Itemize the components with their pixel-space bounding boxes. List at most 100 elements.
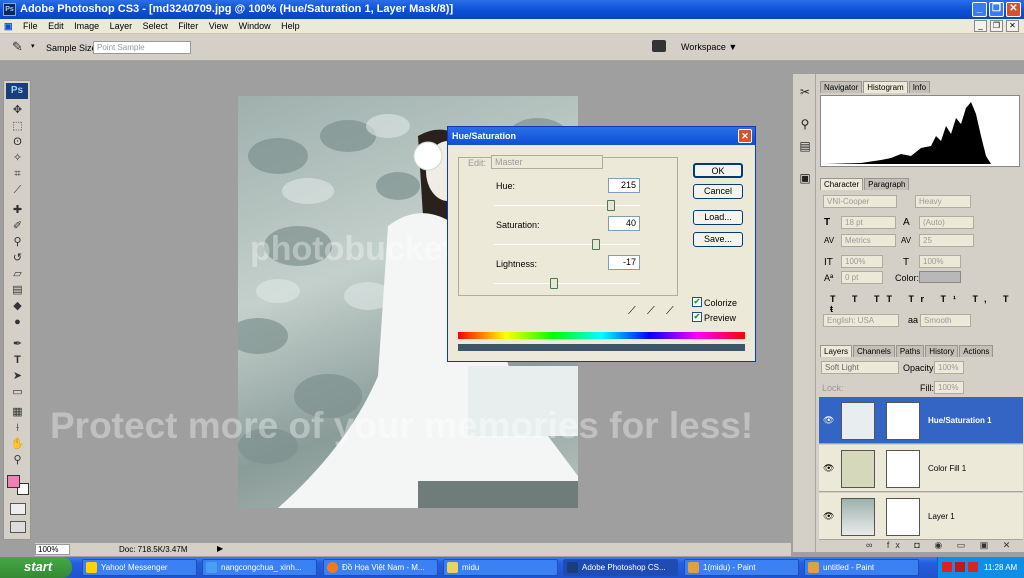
menu-view[interactable]: View xyxy=(205,19,232,33)
blend-mode-select[interactable]: Soft Light xyxy=(821,361,899,374)
foreground-color-swatch[interactable] xyxy=(7,475,20,488)
layer-actions-bar[interactable]: ∞ fx ◘ ◉ ▭ ▣ ✕ xyxy=(866,540,1016,551)
shape-icon[interactable]: ▭ xyxy=(9,385,26,400)
clone-source-icon[interactable]: ▣ xyxy=(797,170,813,186)
menu-help[interactable]: Help xyxy=(277,19,304,33)
tab-paths[interactable]: Paths xyxy=(895,345,925,357)
visibility-eye-icon[interactable]: 👁 xyxy=(823,463,834,474)
horizontal-scale-field[interactable]: 100% xyxy=(919,255,961,268)
slice-icon[interactable]: ⟋ xyxy=(9,183,26,198)
minimize-button[interactable]: _ xyxy=(972,2,987,17)
tab-paragraph[interactable]: Paragraph xyxy=(864,178,910,190)
lightness-slider-track[interactable] xyxy=(494,283,640,284)
font-size-field[interactable]: 18 pt xyxy=(841,216,896,229)
eyedropper-icon[interactable]: ⟋ xyxy=(628,305,636,318)
lightness-input[interactable]: -17 xyxy=(608,255,640,270)
save-button[interactable]: Save... xyxy=(693,232,743,247)
doc-restore-button[interactable]: ❐ xyxy=(990,20,1003,32)
font-style-select[interactable]: Heavy xyxy=(915,195,971,208)
tab-actions[interactable]: Actions xyxy=(959,345,994,357)
start-button[interactable]: start xyxy=(0,557,72,578)
tab-layers[interactable]: Layers xyxy=(820,345,853,357)
layer-row-color-fill[interactable]: 👁 Color Fill 1 xyxy=(819,445,1023,492)
healing-brush-icon[interactable]: ✚ xyxy=(9,203,26,218)
tab-navigator[interactable]: Navigator xyxy=(820,81,863,93)
eyedropper-icon[interactable]: ⟊ xyxy=(9,421,26,436)
notes-icon[interactable]: ▦ xyxy=(9,405,26,420)
lasso-icon[interactable]: ʘ xyxy=(9,135,26,150)
menu-edit[interactable]: Edit xyxy=(44,19,68,33)
taskbar-item-ie[interactable]: nangcongchua_ xinh... xyxy=(202,559,317,576)
eyedropper-tool-icon[interactable]: ✎ xyxy=(12,39,23,55)
pen-icon[interactable]: ✒ xyxy=(9,337,26,352)
tab-history[interactable]: History xyxy=(925,345,959,357)
tray-unikey-icon[interactable] xyxy=(955,562,965,572)
history-brush-icon[interactable]: ↺ xyxy=(9,251,26,266)
menu-file[interactable]: File xyxy=(19,19,42,33)
text-color-swatch[interactable] xyxy=(919,271,961,283)
zoom-icon[interactable]: ⚲ xyxy=(9,453,26,468)
menu-image[interactable]: Image xyxy=(70,19,103,33)
preview-checkbox[interactable]: ✔ xyxy=(692,312,702,322)
saturation-input[interactable]: 40 xyxy=(608,216,640,231)
edit-select[interactable]: Master xyxy=(491,155,603,169)
tool-presets-icon[interactable]: ⚲ xyxy=(797,116,813,132)
tray-antivirus-icon[interactable] xyxy=(968,562,978,572)
eyedropper-plus-icon[interactable]: ⟋ xyxy=(647,305,655,318)
close-button[interactable]: ✕ xyxy=(1006,2,1021,17)
status-menu-arrow-icon[interactable]: ▶ xyxy=(217,544,223,553)
hand-icon[interactable]: ✋ xyxy=(9,437,26,452)
menu-select[interactable]: Select xyxy=(139,19,172,33)
dodge-icon[interactable]: ● xyxy=(9,315,26,330)
kerning-field[interactable]: Metrics xyxy=(841,234,896,247)
tool-preset-chevron-icon[interactable]: ▾ xyxy=(31,42,35,50)
layer-comps-icon[interactable]: ▤ xyxy=(797,138,813,154)
taskbar-item-paint-2[interactable]: untitled - Paint xyxy=(804,559,919,576)
brush-icon[interactable]: ✐ xyxy=(9,219,26,234)
colorize-checkbox[interactable]: ✔ xyxy=(692,297,702,307)
taskbar-item-photoshop[interactable]: Adobe Photoshop CS... xyxy=(563,559,678,576)
opacity-field[interactable]: 100% xyxy=(934,361,964,374)
taskbar-item-yahoo[interactable]: Yahoo! Messenger xyxy=(82,559,197,576)
sample-size-select[interactable]: Point Sample xyxy=(93,41,191,54)
language-select[interactable]: English: USA xyxy=(823,314,899,327)
load-button[interactable]: Load... xyxy=(693,210,743,225)
screen-mode-icon[interactable] xyxy=(10,521,26,533)
cancel-button[interactable]: Cancel xyxy=(693,184,743,199)
menu-filter[interactable]: Filter xyxy=(174,19,202,33)
tray-app-icon[interactable] xyxy=(942,562,952,572)
hue-slider-track[interactable] xyxy=(494,205,640,206)
tab-channels[interactable]: Channels xyxy=(853,345,895,357)
marquee-icon[interactable]: ⬚ xyxy=(9,119,26,134)
font-family-select[interactable]: VNI-Cooper xyxy=(823,195,897,208)
bridge-icon[interactable] xyxy=(652,40,666,52)
saturation-slider-thumb[interactable] xyxy=(592,239,601,250)
text-style-buttons[interactable]: T T TT Tr T¹ T, T ŧ xyxy=(830,294,1024,314)
taskbar-item-paint-1[interactable]: 1(midu) - Paint xyxy=(684,559,799,576)
ok-button[interactable]: OK xyxy=(693,163,743,178)
eraser-icon[interactable]: ▱ xyxy=(9,267,26,282)
antialias-select[interactable]: Smooth xyxy=(920,314,971,327)
lightness-slider-thumb[interactable] xyxy=(549,278,558,289)
path-select-icon[interactable]: ➤ xyxy=(9,369,26,384)
crop-icon[interactable]: ⌗ xyxy=(9,167,26,182)
taskbar-item-folder[interactable]: midu xyxy=(443,559,558,576)
layer-row-layer-1[interactable]: 👁 Layer 1 xyxy=(819,493,1023,540)
magic-wand-icon[interactable]: ✧ xyxy=(9,151,26,166)
eyedropper-minus-icon[interactable]: ⟋ xyxy=(666,305,674,318)
hue-input[interactable]: 215 xyxy=(608,178,640,193)
tracking-field[interactable]: 25 xyxy=(919,234,974,247)
visibility-eye-icon[interactable]: 👁 xyxy=(823,415,834,426)
clone-stamp-icon[interactable]: ⚲ xyxy=(9,235,26,250)
baseline-field[interactable]: 0 pt xyxy=(841,271,883,284)
brushes-icon[interactable]: ✂ xyxy=(797,84,813,100)
menu-layer[interactable]: Layer xyxy=(106,19,137,33)
menu-window[interactable]: Window xyxy=(235,19,275,33)
dialog-close-button[interactable]: ✕ xyxy=(738,129,752,143)
type-icon[interactable]: T xyxy=(9,353,26,368)
visibility-eye-icon[interactable]: 👁 xyxy=(823,511,834,522)
maximize-button[interactable]: ❐ xyxy=(989,2,1004,17)
leading-field[interactable]: (Auto) xyxy=(919,216,974,229)
move-icon[interactable]: ✥ xyxy=(9,103,26,118)
workspace-button[interactable]: Workspace ▼ xyxy=(681,42,737,52)
